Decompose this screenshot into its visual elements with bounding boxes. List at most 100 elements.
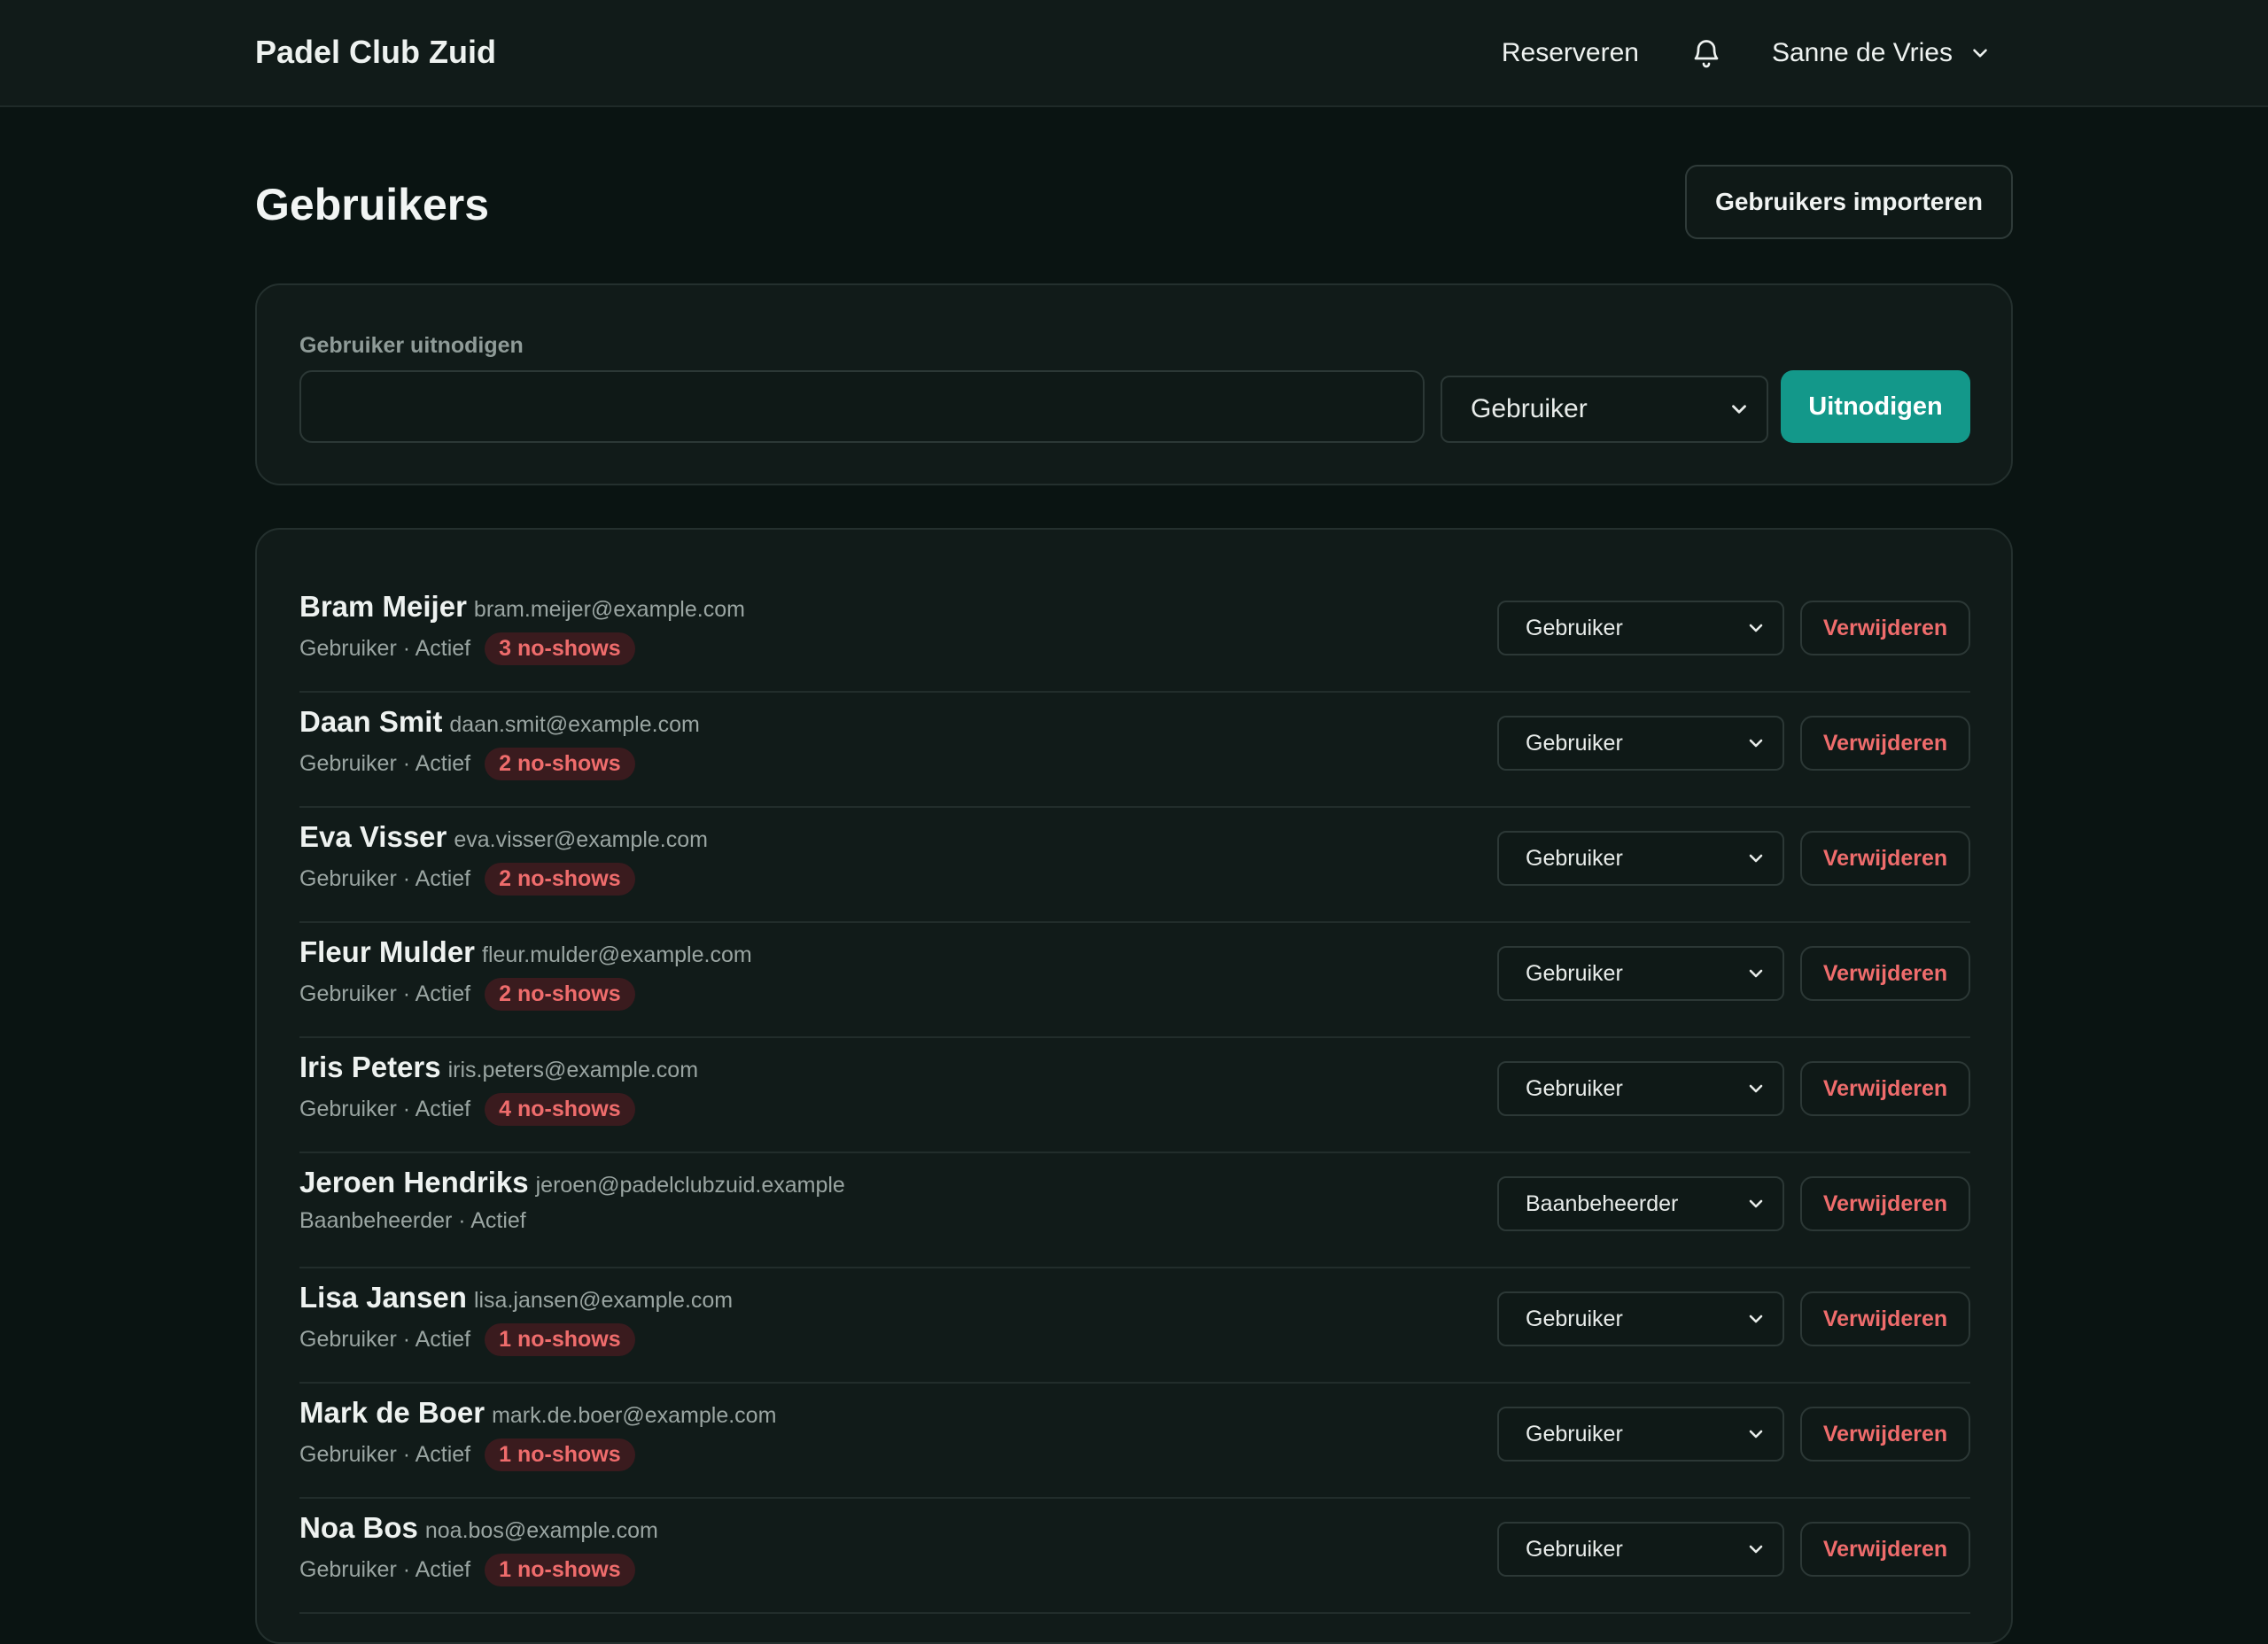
user-name: Mark de Boer xyxy=(299,1396,485,1429)
user-name: Jeroen Hendriks xyxy=(299,1166,529,1198)
noshow-badge: 1 no-shows xyxy=(485,1323,635,1356)
chevron-down-icon xyxy=(1732,405,1746,414)
user-role-value: Gebruiker xyxy=(1526,1421,1623,1446)
user-name-line: Jeroen Hendriks jeroen@padelclubzuid.exam… xyxy=(299,1166,845,1199)
delete-user-button[interactable]: Verwijderen xyxy=(1800,1407,1970,1462)
delete-user-button[interactable]: Verwijderen xyxy=(1800,831,1970,886)
user-role-select[interactable]: Gebruiker xyxy=(1497,601,1784,655)
bell-icon[interactable] xyxy=(1690,37,1722,69)
user-role-select[interactable]: Gebruiker xyxy=(1497,831,1784,886)
user-role-status: Baanbeheerder · Actief xyxy=(299,1208,526,1233)
chevron-down-icon xyxy=(1749,969,1763,978)
user-meta-line: Gebruiker · Actief 3 no-shows xyxy=(299,632,635,665)
import-users-button[interactable]: Gebruikers importeren xyxy=(1685,165,2013,239)
user-role-status: Gebruiker · Actief xyxy=(299,1097,471,1121)
user-email: iris.peters@example.com xyxy=(447,1058,699,1082)
user-role-status: Gebruiker · Actief xyxy=(299,751,471,776)
noshow-badge: 2 no-shows xyxy=(485,863,635,896)
user-email: daan.smit@example.com xyxy=(449,712,700,737)
chevron-down-icon xyxy=(1749,1430,1763,1438)
top-navigation-bar: Padel Club Zuid Reserveren Sanne de Vrie… xyxy=(0,0,2268,107)
chevron-down-icon xyxy=(1749,1084,1763,1093)
delete-user-button[interactable]: Verwijderen xyxy=(1800,1291,1970,1346)
user-role-value: Gebruiker xyxy=(1526,730,1623,756)
user-role-status: Gebruiker · Actief xyxy=(299,1557,471,1582)
invite-label: Gebruiker uitnodigen xyxy=(299,333,524,358)
user-name: Lisa Jansen xyxy=(299,1281,467,1314)
user-role-select[interactable]: Gebruiker xyxy=(1497,1522,1784,1577)
user-name: Bram Meijer xyxy=(299,590,467,623)
user-role-select[interactable]: Gebruiker xyxy=(1497,946,1784,1001)
user-name-line: Bram Meijer bram.meijer@example.com xyxy=(299,590,745,624)
noshow-badge: 2 no-shows xyxy=(485,748,635,780)
delete-user-button[interactable]: Verwijderen xyxy=(1800,1522,1970,1577)
user-name: Sanne de Vries xyxy=(1771,37,1953,67)
invite-role-select[interactable]: Gebruiker xyxy=(1441,376,1768,443)
user-role-select[interactable]: Baanbeheerder xyxy=(1497,1176,1784,1231)
user-role-select[interactable]: Gebruiker xyxy=(1497,1407,1784,1462)
user-email: mark.de.boer@example.com xyxy=(492,1403,777,1428)
chevron-down-icon xyxy=(1749,624,1763,632)
brand-logo[interactable]: Padel Club Zuid xyxy=(255,34,496,71)
delete-user-button[interactable]: Verwijderen xyxy=(1800,1176,1970,1231)
user-email: eva.visser@example.com xyxy=(454,827,708,852)
user-role-status: Gebruiker · Actief xyxy=(299,981,471,1006)
page-header: Gebruikers Gebruikers importeren xyxy=(255,165,2013,241)
user-meta-line: Gebruiker · Actief 1 no-shows xyxy=(299,1554,635,1586)
user-role-value: Baanbeheerder xyxy=(1526,1190,1679,1216)
user-row: Eva Visser eva.visser@example.com Gebruike… xyxy=(299,806,1970,923)
user-name-line: Daan Smit daan.smit@example.com xyxy=(299,705,700,739)
user-meta-line: Gebruiker · Actief 4 no-shows xyxy=(299,1093,635,1126)
user-role-status: Gebruiker · Actief xyxy=(299,1327,471,1352)
invite-role-value: Gebruiker xyxy=(1471,394,1588,423)
user-role-status: Gebruiker · Actief xyxy=(299,1442,471,1467)
users-list-card: Bram Meijer bram.meijer@example.com Gebrui… xyxy=(255,528,2013,1644)
user-name: Fleur Mulder xyxy=(299,935,476,968)
noshow-badge: 1 no-shows xyxy=(485,1438,635,1471)
noshow-badge: 3 no-shows xyxy=(485,632,635,665)
user-role-value: Gebruiker xyxy=(1526,1536,1623,1562)
user-role-status: Gebruiker · Actief xyxy=(299,636,471,661)
invite-user-card: Gebruiker uitnodigen Gebruiker Uitnodige… xyxy=(255,283,2013,485)
chevron-down-icon xyxy=(1749,1545,1763,1554)
user-name-line: Lisa Jansen lisa.jansen@example.com xyxy=(299,1281,733,1314)
user-email: noa.bos@example.com xyxy=(424,1518,658,1543)
user-meta-line: Gebruiker · Actief 1 no-shows xyxy=(299,1438,635,1471)
user-row: Fleur Mulder fleur.mulder@example.com Gebr… xyxy=(299,921,1970,1038)
noshow-badge: 1 no-shows xyxy=(485,1554,635,1586)
user-role-value: Gebruiker xyxy=(1526,1306,1623,1331)
user-email: jeroen@padelclubzuid.example xyxy=(535,1173,845,1198)
user-role-value: Gebruiker xyxy=(1526,1075,1623,1101)
invite-submit-button[interactable]: Uitnodigen xyxy=(1781,370,1970,443)
user-name-line: Mark de Boer mark.de.boer@example.com xyxy=(299,1396,776,1430)
user-meta-line: Gebruiker · Actief 1 no-shows xyxy=(299,1323,635,1356)
delete-user-button[interactable]: Verwijderen xyxy=(1800,946,1970,1001)
invite-email-input[interactable] xyxy=(299,370,1425,443)
delete-user-button[interactable]: Verwijderen xyxy=(1800,601,1970,655)
user-email: lisa.jansen@example.com xyxy=(473,1288,734,1313)
nav-link-reserveren[interactable]: Reserveren xyxy=(1502,38,1639,68)
user-name: Eva Visser xyxy=(299,820,447,853)
user-name-line: Eva Visser eva.visser@example.com xyxy=(299,820,708,854)
user-name: Noa Bos xyxy=(299,1511,418,1544)
delete-user-button[interactable]: Verwijderen xyxy=(1800,716,1970,771)
user-meta-line: Gebruiker · Actief 2 no-shows xyxy=(299,863,635,896)
chevron-down-icon xyxy=(1749,739,1763,748)
user-name-line: Fleur Mulder fleur.mulder@example.com xyxy=(299,935,752,969)
user-row: Daan Smit daan.smit@example.com Gebruiker … xyxy=(299,691,1970,808)
page-title: Gebruikers xyxy=(255,180,490,229)
user-menu[interactable]: Sanne de Vries xyxy=(1772,38,1992,68)
user-role-value: Gebruiker xyxy=(1526,960,1623,986)
noshow-badge: 2 no-shows xyxy=(485,978,635,1011)
user-name: Iris Peters xyxy=(299,1051,441,1083)
delete-user-button[interactable]: Verwijderen xyxy=(1800,1061,1970,1116)
user-row: Mark de Boer mark.de.boer@example.com Gebr… xyxy=(299,1382,1970,1499)
user-row: Jeroen Hendriks jeroen@padelclubzuid.exam… xyxy=(299,1152,1970,1268)
user-role-status: Gebruiker · Actief xyxy=(299,866,471,891)
user-role-select[interactable]: Gebruiker xyxy=(1497,1061,1784,1116)
user-role-value: Gebruiker xyxy=(1526,615,1623,640)
user-meta-line: Gebruiker · Actief 2 no-shows xyxy=(299,978,635,1011)
user-role-select[interactable]: Gebruiker xyxy=(1497,716,1784,771)
user-role-select[interactable]: Gebruiker xyxy=(1497,1291,1784,1346)
user-email: bram.meijer@example.com xyxy=(473,597,745,622)
